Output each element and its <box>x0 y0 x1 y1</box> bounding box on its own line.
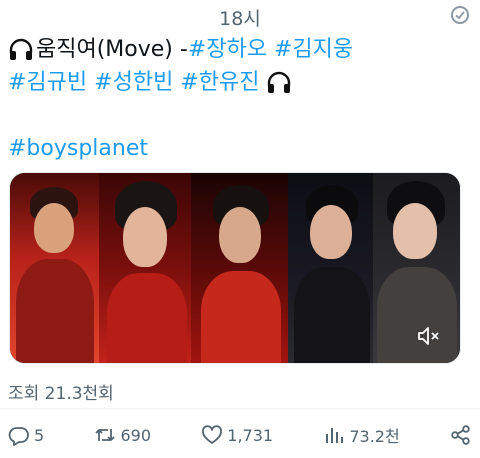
hashtag-link[interactable]: #한유진 <box>180 66 259 99</box>
song-title: 움직여(Move) - <box>36 37 188 62</box>
reply-icon <box>8 427 29 446</box>
check-circle-icon[interactable] <box>451 6 469 24</box>
hashtag-link[interactable]: #장하오 <box>188 33 267 66</box>
action-bar: 5 690 1,731 73.2천 <box>8 422 472 448</box>
hashtag-link[interactable]: #김지웅 <box>274 33 353 66</box>
views-button[interactable]: 73.2천 <box>323 423 400 447</box>
bar-chart-icon <box>326 428 344 443</box>
video-frame-4 <box>287 173 374 363</box>
video-player[interactable] <box>9 172 461 364</box>
hashtag-link[interactable]: #김규빈 <box>8 66 87 99</box>
tweet-line-2: #김규빈 #성한빈 #한유진 <box>8 66 474 99</box>
retweet-button[interactable]: 690 <box>94 424 151 446</box>
reply-button[interactable]: 5 <box>8 424 44 446</box>
like-button[interactable]: 1,731 <box>201 424 273 446</box>
tweet-line-1: 움직여(Move) - #장하오 #김지웅 <box>8 33 474 66</box>
hashtag-link[interactable]: #성한빈 <box>94 66 173 99</box>
retweet-count: 690 <box>120 425 151 445</box>
share-button[interactable] <box>450 424 472 446</box>
like-count: 1,731 <box>227 425 274 445</box>
reply-count: 5 <box>34 425 45 445</box>
views-count: 73.2천 <box>349 427 400 446</box>
headphones-icon <box>266 71 294 95</box>
status-time: 18시 <box>219 8 261 30</box>
video-frame-1 <box>10 173 99 363</box>
share-icon <box>451 425 470 445</box>
tweet-text: 움직여(Move) - #장하오 #김지웅 #김규빈 #성한빈 #한유진 #bo… <box>8 33 474 165</box>
speaker-muted-icon[interactable] <box>416 325 442 347</box>
video-frame-2 <box>98 173 192 363</box>
video-frame-3 <box>191 173 288 363</box>
divider <box>0 408 480 409</box>
tweet-line-3: #boysplanet <box>8 132 474 165</box>
headphones-icon <box>8 38 36 62</box>
retweet-icon <box>95 429 116 441</box>
hashtag-link[interactable]: #boysplanet <box>8 132 148 165</box>
view-count: 조회 21.3천회 <box>8 384 114 404</box>
heart-icon <box>202 425 223 444</box>
